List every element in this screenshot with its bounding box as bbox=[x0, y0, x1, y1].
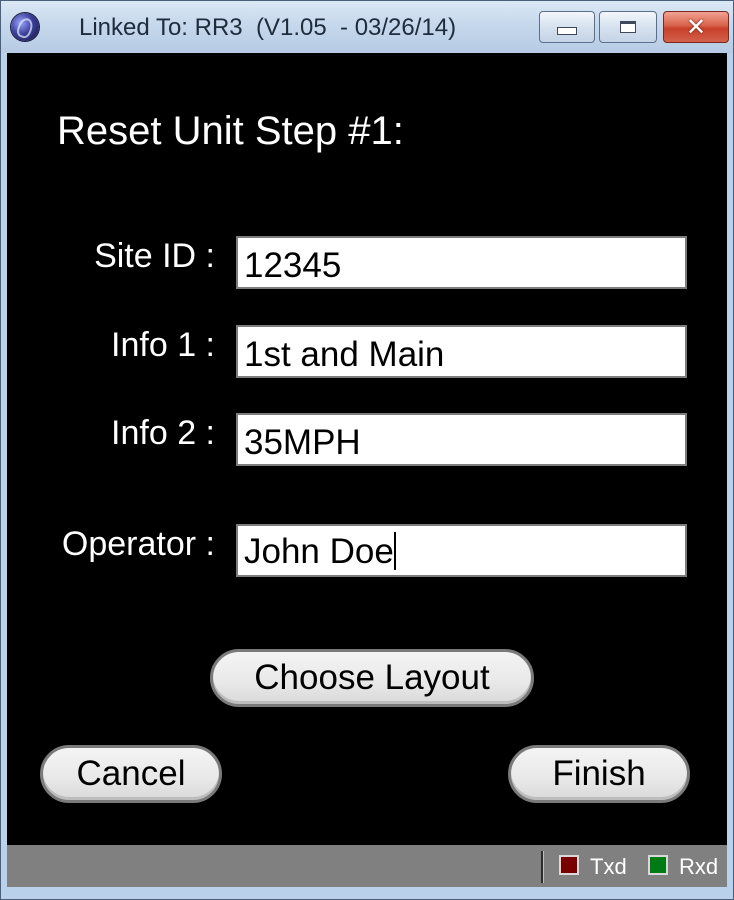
txd-indicator-icon bbox=[559, 855, 579, 875]
window-title: Linked To: RR3 (V1.05 - 03/26/14) bbox=[79, 14, 457, 41]
choose-layout-button[interactable]: Choose Layout bbox=[210, 649, 534, 707]
finish-button[interactable]: Finish bbox=[508, 745, 690, 803]
maximize-button[interactable] bbox=[599, 11, 657, 43]
info-1-label: Info 1 : bbox=[111, 326, 215, 364]
site-id-label: Site ID : bbox=[94, 237, 215, 275]
txd-label: Txd bbox=[590, 854, 627, 879]
operator-label: Operator : bbox=[61, 525, 215, 563]
minimize-button[interactable] bbox=[539, 11, 595, 43]
close-button[interactable]: ✕ bbox=[663, 11, 729, 43]
info-2-label: Info 2 : bbox=[111, 414, 215, 452]
rxd-label: Rxd bbox=[679, 854, 719, 879]
reset-unit-form: Reset Unit Step #1: Site ID : Info 1 : I… bbox=[7, 53, 727, 845]
site-id-input[interactable] bbox=[236, 236, 687, 289]
maximize-icon bbox=[620, 21, 636, 33]
info-2-input[interactable] bbox=[236, 413, 687, 466]
app-globe-icon[interactable] bbox=[11, 13, 39, 41]
info-1-input[interactable] bbox=[236, 325, 687, 378]
status-bar: Txd Rxd bbox=[7, 845, 727, 887]
page-title: Reset Unit Step #1: bbox=[57, 109, 404, 153]
status-separator bbox=[541, 851, 543, 883]
app-window: Linked To: RR3 (V1.05 - 03/26/14) ✕ Rese… bbox=[0, 0, 734, 900]
minimize-icon bbox=[557, 27, 577, 35]
operator-input[interactable]: John Doe bbox=[236, 524, 687, 577]
close-icon: ✕ bbox=[685, 13, 707, 41]
title-bar[interactable]: Linked To: RR3 (V1.05 - 03/26/14) ✕ bbox=[1, 1, 733, 53]
text-caret bbox=[393, 532, 396, 570]
operator-input-value: John Doe bbox=[244, 532, 394, 571]
cancel-button[interactable]: Cancel bbox=[40, 745, 222, 803]
rxd-indicator-icon bbox=[648, 855, 668, 875]
